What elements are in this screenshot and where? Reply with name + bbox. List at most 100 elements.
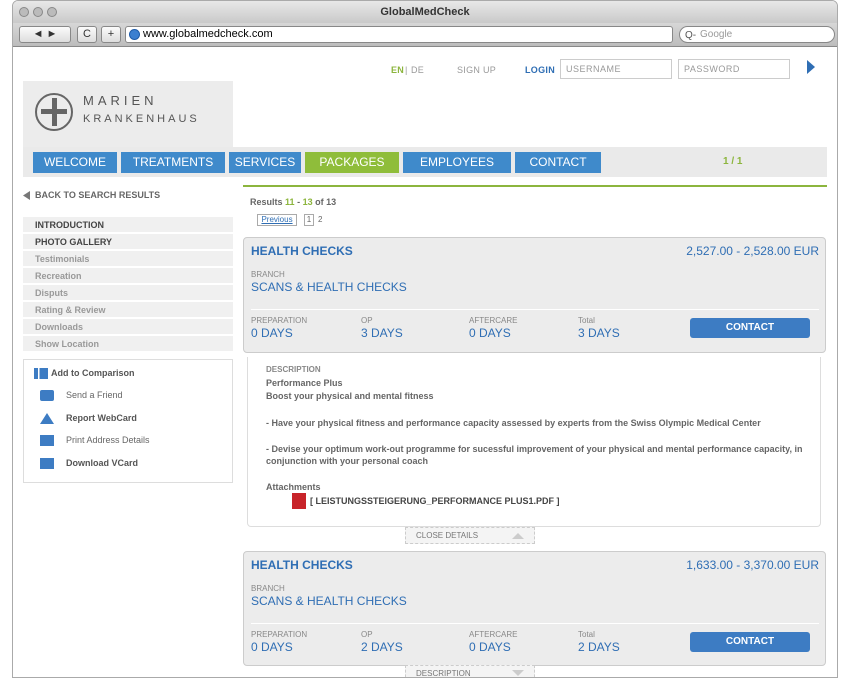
- total-label: Total: [578, 316, 595, 325]
- login-label: LOGIN: [525, 65, 555, 75]
- back-forward-button[interactable]: ◄ ►: [19, 26, 71, 43]
- arrow-up-icon: [512, 533, 524, 539]
- card-divider: [251, 309, 819, 310]
- add-bookmark-button[interactable]: +: [101, 26, 121, 43]
- preparation-label: PREPARATION: [251, 630, 308, 639]
- total-value: 2 DAYS: [578, 640, 620, 654]
- contact-button[interactable]: CONTACT: [690, 632, 810, 652]
- package-price: 1,633.00 - 3,370.00 EUR: [686, 558, 819, 572]
- login-arrow-icon[interactable]: [807, 60, 815, 74]
- send-friend-action[interactable]: Send a Friend: [40, 390, 123, 401]
- sidebar-item-show-location[interactable]: Show Location: [23, 336, 233, 352]
- back-arrow-icon: [23, 191, 30, 200]
- download-vcard-action[interactable]: Download VCard: [40, 458, 138, 469]
- package-card: HEALTH CHECKS 2,527.00 - 2,528.00 EUR BR…: [243, 237, 826, 353]
- sidebar-item-photo-gallery[interactable]: PHOTO GALLERY: [23, 234, 233, 250]
- attachments-label: Attachments: [266, 482, 321, 492]
- report-webcard-action[interactable]: Report WebCard: [40, 413, 137, 424]
- aftercare-value: 0 DAYS: [469, 640, 511, 654]
- detail-bullet-2: - Devise your optimum work-out programme…: [266, 444, 803, 466]
- logo-line1: MARIEN: [83, 93, 158, 108]
- card-divider: [251, 623, 819, 624]
- branch-label: BRANCH: [251, 584, 285, 593]
- browser-window: GlobalMedCheck ◄ ► C + www.globalmedchec…: [12, 0, 838, 678]
- search-icon: Q-: [685, 30, 697, 41]
- sidebar-item-downloads[interactable]: Downloads: [23, 319, 233, 335]
- close-details-button[interactable]: CLOSE DETAILS: [405, 527, 535, 544]
- signup-link[interactable]: SIGN UP: [457, 65, 496, 75]
- op-value: 2 DAYS: [361, 640, 403, 654]
- op-value: 3 DAYS: [361, 326, 403, 340]
- branch-label: BRANCH: [251, 270, 285, 279]
- nav-employees[interactable]: EMPLOYEES: [403, 152, 511, 173]
- lang-en-link[interactable]: EN: [391, 65, 404, 75]
- preparation-value: 0 DAYS: [251, 640, 293, 654]
- sidebar-item-testimonials[interactable]: Testimonials: [23, 251, 233, 267]
- nav-packages[interactable]: PACKAGES: [305, 152, 399, 173]
- nav-treatments[interactable]: TREATMENTS: [121, 152, 225, 173]
- pdf-icon: [292, 493, 306, 509]
- previous-page-link[interactable]: Previous: [257, 214, 297, 226]
- divider: [243, 185, 827, 187]
- contact-button[interactable]: CONTACT: [690, 318, 810, 338]
- printer-icon: [40, 435, 54, 446]
- page-1-link[interactable]: 1: [304, 214, 314, 226]
- search-field[interactable]: Q- Google: [679, 26, 835, 43]
- package-card: HEALTH CHECKS 1,633.00 - 3,370.00 EUR BR…: [243, 551, 826, 666]
- detail-bullet-1: - Have your physical fitness and perform…: [266, 418, 761, 428]
- package-details: DESCRIPTION Performance Plus Boost your …: [247, 357, 821, 527]
- username-input[interactable]: USERNAME: [560, 59, 672, 79]
- page-content: EN | DE SIGN UP LOGIN USERNAME PASSWORD …: [13, 47, 837, 677]
- nav-services[interactable]: SERVICES: [229, 152, 301, 173]
- aftercare-label: AFTERCARE: [469, 316, 518, 325]
- browser-toolbar: ◄ ► C + www.globalmedcheck.com Q- Google: [13, 23, 837, 47]
- search-placeholder: Google: [700, 29, 733, 40]
- op-label: OP: [361, 630, 373, 639]
- main-nav: WELCOME TREATMENTS SERVICES PACKAGES EMP…: [23, 147, 827, 177]
- description-toggle-button[interactable]: DESCRIPTION: [405, 665, 535, 677]
- lang-separator: |: [405, 65, 408, 75]
- sidebar-item-recreation[interactable]: Recreation: [23, 268, 233, 284]
- package-price: 2,527.00 - 2,528.00 EUR: [686, 244, 819, 258]
- lang-de-link[interactable]: DE: [411, 65, 424, 75]
- back-to-results-link[interactable]: BACK TO SEARCH RESULTS: [35, 190, 160, 200]
- results-count: Results 11 - 13 of 13: [250, 197, 337, 207]
- reload-button[interactable]: C: [77, 26, 97, 43]
- password-input[interactable]: PASSWORD: [678, 59, 790, 79]
- aftercare-label: AFTERCARE: [469, 630, 518, 639]
- preparation-value: 0 DAYS: [251, 326, 293, 340]
- total-value: 3 DAYS: [578, 326, 620, 340]
- aftercare-value: 0 DAYS: [469, 326, 511, 340]
- window-title: GlobalMedCheck: [380, 6, 470, 18]
- cross-logo-icon: [35, 93, 73, 131]
- page-2-link[interactable]: 2: [318, 215, 322, 224]
- description-label: DESCRIPTION: [266, 365, 321, 374]
- zoom-window-button[interactable]: [47, 7, 57, 17]
- package-subtitle: Boost your physical and mental fitness: [266, 391, 434, 401]
- total-label: Total: [578, 630, 595, 639]
- bar-chart-icon: [34, 368, 48, 379]
- add-comparison-action[interactable]: Add to Comparison: [34, 368, 135, 379]
- arrow-down-icon: [512, 670, 524, 676]
- hospital-logo[interactable]: MARIEN KRANKENHAUS: [23, 81, 233, 149]
- minimize-window-button[interactable]: [33, 7, 43, 17]
- package-title[interactable]: HEALTH CHECKS: [251, 558, 353, 572]
- preparation-label: PREPARATION: [251, 316, 308, 325]
- op-label: OP: [361, 316, 373, 325]
- attachment-link[interactable]: [ LEISTUNGSSTEIGERUNG_PERFORMANCE PLUS1.…: [310, 496, 560, 506]
- package-title[interactable]: HEALTH CHECKS: [251, 244, 353, 258]
- branch-value: SCANS & HEALTH CHECKS: [251, 280, 407, 294]
- branch-value: SCANS & HEALTH CHECKS: [251, 594, 407, 608]
- logo-line2: KRANKENHAUS: [83, 113, 200, 125]
- close-window-button[interactable]: [19, 7, 29, 17]
- sidebar-item-disputs[interactable]: Disputs: [23, 285, 233, 301]
- print-address-action[interactable]: Print Address Details: [40, 435, 150, 446]
- nav-contact[interactable]: CONTACT: [515, 152, 601, 173]
- sidebar-item-rating[interactable]: Rating & Review: [23, 302, 233, 318]
- title-bar: GlobalMedCheck: [13, 1, 837, 23]
- vcard-icon: [40, 458, 54, 469]
- sidebar-item-introduction[interactable]: INTRODUCTION: [23, 217, 233, 233]
- nav-welcome[interactable]: WELCOME: [33, 152, 117, 173]
- globe-icon: [129, 29, 140, 40]
- address-bar[interactable]: www.globalmedcheck.com: [125, 26, 673, 43]
